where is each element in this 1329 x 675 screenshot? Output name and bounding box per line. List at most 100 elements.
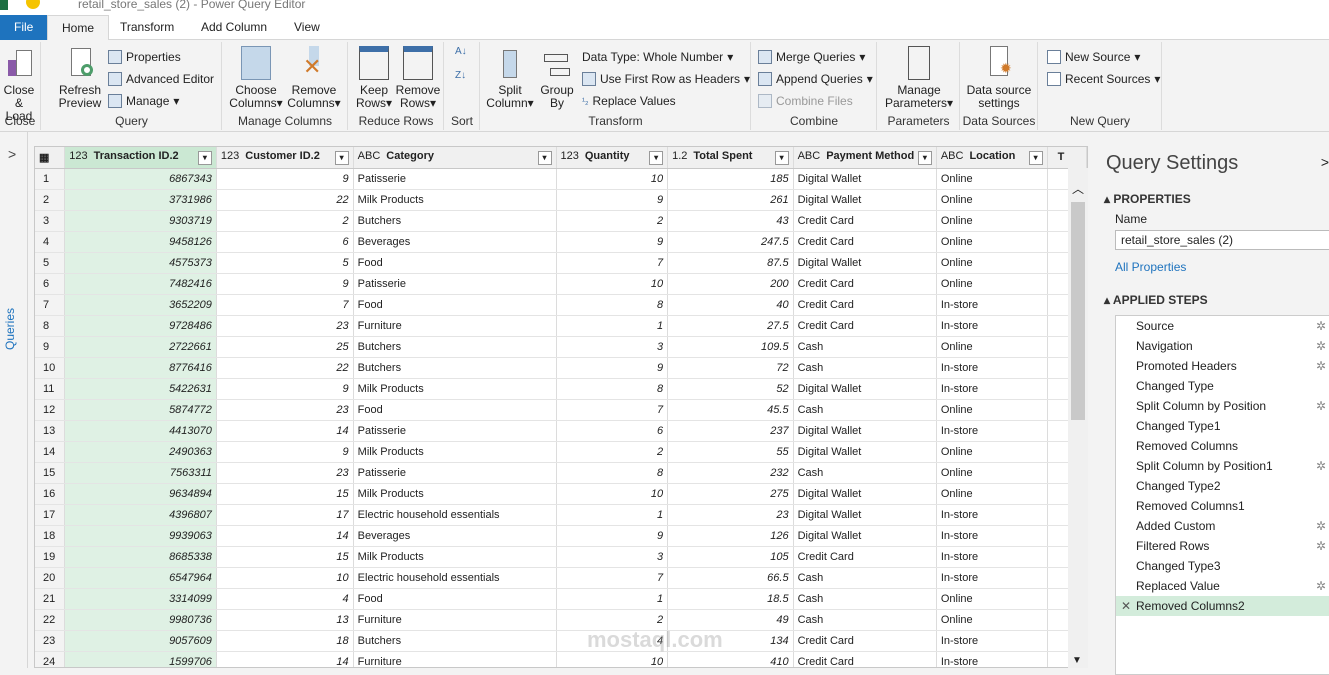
table-cell[interactable]: 410 bbox=[667, 651, 794, 667]
table-cell[interactable]: 23 bbox=[216, 399, 354, 421]
table-cell[interactable]: 237 bbox=[667, 420, 794, 442]
applied-step[interactable]: Removed Columns bbox=[1116, 436, 1329, 456]
table-row[interactable]: 8 9728486 23 Furniture 1 27.5 Credit Card In-st… bbox=[35, 315, 1087, 337]
filter-dropdown-icon[interactable]: ▾ bbox=[334, 150, 349, 165]
table-cell[interactable]: Cash bbox=[793, 357, 937, 379]
table-cell[interactable]: Cash bbox=[793, 336, 937, 358]
table-cell[interactable]: 14 bbox=[216, 525, 354, 547]
table-cell[interactable]: 25 bbox=[216, 336, 354, 358]
table-row[interactable]: 17 4396807 17 Electric household essentials… bbox=[35, 504, 1087, 526]
applied-step[interactable]: Changed Type3 bbox=[1116, 556, 1329, 576]
table-row[interactable]: 23 9057609 18 Butchers 4 134 Credit Card In-sto… bbox=[35, 630, 1087, 652]
use-first-row-headers-button[interactable]: Use First Row as Headers ▾ bbox=[582, 72, 750, 86]
table-cell[interactable]: 23 bbox=[216, 315, 354, 337]
table-cell[interactable]: 43 bbox=[667, 210, 794, 232]
applied-step[interactable]: Source ✲ bbox=[1116, 316, 1329, 336]
table-cell[interactable]: Online bbox=[936, 273, 1048, 295]
table-cell[interactable]: 18.5 bbox=[667, 588, 794, 610]
table-row[interactable]: 5 4575373 5 Food 7 87.5 Digital Wallet Online bbox=[35, 252, 1087, 274]
table-cell[interactable]: Digital Wallet bbox=[793, 378, 937, 400]
table-cell[interactable]: Cash bbox=[793, 462, 937, 484]
filter-dropdown-icon[interactable]: ▾ bbox=[774, 150, 789, 165]
row-number[interactable]: 6 bbox=[35, 273, 66, 295]
table-cell[interactable]: 3 bbox=[556, 546, 669, 568]
tab-add-column[interactable]: Add Column bbox=[187, 15, 281, 40]
applied-step[interactable]: ✕ Removed Columns2 bbox=[1116, 596, 1329, 616]
table-cell[interactable]: 8776416 bbox=[64, 357, 217, 379]
table-row[interactable]: 7 3652209 7 Food 8 40 Credit Card In-store bbox=[35, 294, 1087, 316]
table-cell[interactable]: 8 bbox=[556, 378, 669, 400]
gear-icon[interactable]: ✲ bbox=[1316, 576, 1326, 596]
table-cell[interactable]: Cash bbox=[793, 567, 937, 589]
row-number[interactable]: 12 bbox=[35, 399, 66, 421]
table-cell[interactable]: In-store bbox=[936, 525, 1048, 547]
new-source-button[interactable]: New Source ▾ bbox=[1047, 50, 1140, 64]
collapse-chevron-icon[interactable]: > bbox=[1321, 154, 1329, 170]
table-cell[interactable]: 72 bbox=[667, 357, 794, 379]
table-cell[interactable]: Cash bbox=[793, 399, 937, 421]
row-number[interactable]: 14 bbox=[35, 441, 66, 463]
row-number[interactable]: 9 bbox=[35, 336, 66, 358]
table-cell[interactable]: 9057609 bbox=[64, 630, 217, 652]
table-row[interactable]: 16 9634894 15 Milk Products 10 275 Digital Wal… bbox=[35, 483, 1087, 505]
column-header[interactable]: 123 Transaction ID.2 ▾ bbox=[64, 147, 217, 169]
table-cell[interactable]: 9939063 bbox=[64, 525, 217, 547]
table-cell[interactable]: 9634894 bbox=[64, 483, 217, 505]
table-cell[interactable]: Credit Card bbox=[793, 630, 937, 652]
table-row[interactable]: 2 3731986 22 Milk Products 9 261 Digital Walle… bbox=[35, 189, 1087, 211]
table-cell[interactable]: 17 bbox=[216, 504, 354, 526]
table-cell[interactable]: Butchers bbox=[353, 336, 557, 358]
group-by-button[interactable]: Group By bbox=[537, 46, 577, 110]
table-cell[interactable]: Online bbox=[936, 210, 1048, 232]
table-cell[interactable]: Online bbox=[936, 252, 1048, 274]
table-cell[interactable]: 8685338 bbox=[64, 546, 217, 568]
table-cell[interactable]: 52 bbox=[667, 378, 794, 400]
type-icon[interactable]: 123 bbox=[561, 150, 579, 162]
table-cell[interactable]: Online bbox=[936, 336, 1048, 358]
table-cell[interactable]: 6547964 bbox=[64, 567, 217, 589]
table-cell[interactable]: In-store bbox=[936, 651, 1048, 667]
table-row[interactable]: 10 8776416 22 Butchers 9 72 Cash In-store bbox=[35, 357, 1087, 379]
table-cell[interactable]: 9 bbox=[216, 441, 354, 463]
row-number[interactable]: 7 bbox=[35, 294, 66, 316]
manage-button[interactable]: Manage ▾ bbox=[108, 94, 179, 108]
table-cell[interactable]: Digital Wallet bbox=[793, 252, 937, 274]
table-cell[interactable]: 126 bbox=[667, 525, 794, 547]
table-cell[interactable]: Furniture bbox=[353, 315, 557, 337]
merge-queries-button[interactable]: Merge Queries ▾ bbox=[758, 50, 865, 64]
row-number[interactable]: 22 bbox=[35, 609, 66, 631]
table-cell[interactable]: 8 bbox=[556, 294, 669, 316]
sort-ascending-button[interactable]: A↓ bbox=[455, 46, 467, 57]
table-cell[interactable]: 7 bbox=[556, 252, 669, 274]
vertical-scrollbar[interactable]: ︿ ▼ bbox=[1068, 168, 1088, 668]
table-cell[interactable]: Credit Card bbox=[793, 210, 937, 232]
table-cell[interactable]: Credit Card bbox=[793, 231, 937, 253]
table-cell[interactable]: 2 bbox=[216, 210, 354, 232]
applied-step[interactable]: Split Column by Position1 ✲ bbox=[1116, 456, 1329, 476]
table-cell[interactable]: 10 bbox=[556, 168, 669, 190]
table-cell[interactable]: Online bbox=[936, 399, 1048, 421]
table-row[interactable]: 14 2490363 9 Milk Products 2 55 Digital Wallet… bbox=[35, 441, 1087, 463]
scroll-down-icon[interactable]: ▼ bbox=[1072, 655, 1082, 666]
table-cell[interactable]: Food bbox=[353, 294, 557, 316]
table-cell[interactable]: 1 bbox=[556, 504, 669, 526]
table-row[interactable]: 19 8685338 15 Milk Products 3 105 Credit Card I… bbox=[35, 546, 1087, 568]
table-row[interactable]: 22 9980736 13 Furniture 2 49 Cash Online bbox=[35, 609, 1087, 631]
table-row[interactable]: 4 9458126 6 Beverages 9 247.5 Credit Card Onlin… bbox=[35, 231, 1087, 253]
table-cell[interactable]: 27.5 bbox=[667, 315, 794, 337]
table-cell[interactable]: 14 bbox=[216, 420, 354, 442]
table-cell[interactable]: In-store bbox=[936, 567, 1048, 589]
table-cell[interactable]: Online bbox=[936, 483, 1048, 505]
table-cell[interactable]: Beverages bbox=[353, 231, 557, 253]
filter-dropdown-icon[interactable]: ▾ bbox=[917, 150, 932, 165]
table-cell[interactable]: In-store bbox=[936, 378, 1048, 400]
table-cell[interactable]: 14 bbox=[216, 651, 354, 667]
table-cell[interactable]: 232 bbox=[667, 462, 794, 484]
table-row[interactable]: 15 7563311 23 Patisserie 8 232 Cash Online bbox=[35, 462, 1087, 484]
table-menu-button[interactable]: ▦ bbox=[35, 147, 66, 169]
table-cell[interactable]: Milk Products bbox=[353, 441, 557, 463]
table-cell[interactable]: 9458126 bbox=[64, 231, 217, 253]
table-cell[interactable]: 23 bbox=[667, 504, 794, 526]
table-cell[interactable]: 2722661 bbox=[64, 336, 217, 358]
table-cell[interactable]: Milk Products bbox=[353, 483, 557, 505]
